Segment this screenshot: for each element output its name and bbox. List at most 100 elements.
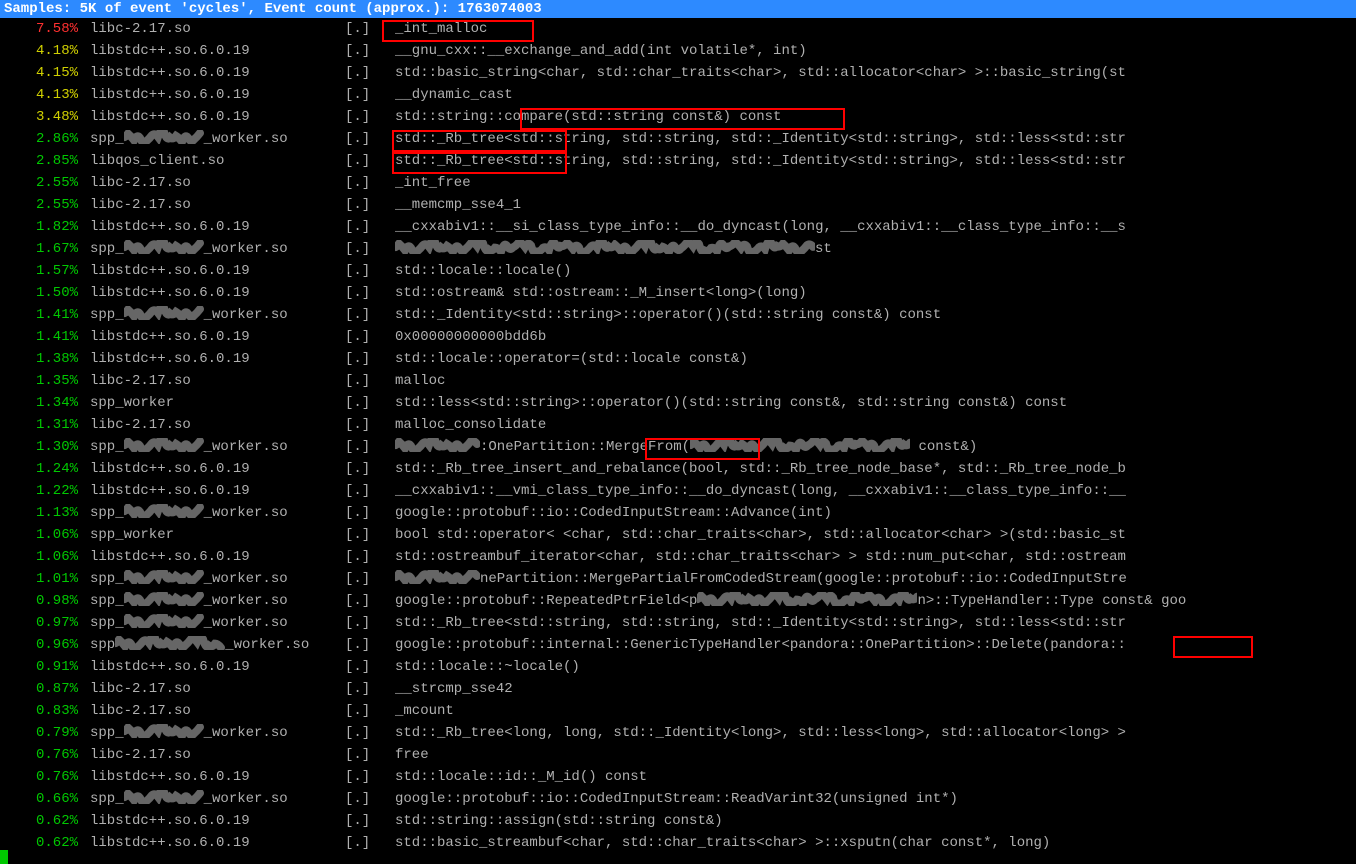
shared-object: spp__worker.so bbox=[90, 788, 345, 810]
shared-object: libc-2.17.so bbox=[90, 678, 345, 700]
perf-row[interactable]: 0.98%spp__worker.so[.] google::protobuf:… bbox=[0, 590, 1356, 612]
shared-object: spp_worker bbox=[90, 524, 345, 546]
symbol-name: __strcmp_sse42 bbox=[395, 678, 1356, 700]
overhead-pct: 4.13% bbox=[0, 84, 90, 106]
perf-row[interactable]: 1.38%libstdc++.so.6.0.19[.] std::locale:… bbox=[0, 348, 1356, 370]
overhead-pct: 1.30% bbox=[0, 436, 90, 458]
symbol-bracket: [.] bbox=[345, 260, 395, 282]
overhead-pct: 1.22% bbox=[0, 480, 90, 502]
perf-row[interactable]: 2.85%libqos_client.so[.] std::_Rb_tree<s… bbox=[0, 150, 1356, 172]
perf-row[interactable]: 0.91%libstdc++.so.6.0.19[.] std::locale:… bbox=[0, 656, 1356, 678]
perf-row[interactable]: 2.55%libc-2.17.so[.] __memcmp_sse4_1 bbox=[0, 194, 1356, 216]
symbol-bracket: [.] bbox=[345, 832, 395, 854]
perf-row[interactable]: 3.48%libstdc++.so.6.0.19[.] std::string:… bbox=[0, 106, 1356, 128]
symbol-name: free bbox=[395, 744, 1356, 766]
perf-row[interactable]: 1.82%libstdc++.so.6.0.19[.] __cxxabiv1::… bbox=[0, 216, 1356, 238]
perf-row[interactable]: 1.67%spp__worker.so[.] st bbox=[0, 238, 1356, 260]
overhead-pct: 1.67% bbox=[0, 238, 90, 260]
symbol-name: std::string::compare(std::string const&)… bbox=[395, 106, 1356, 128]
perf-row[interactable]: 1.06%libstdc++.so.6.0.19[.] std::ostream… bbox=[0, 546, 1356, 568]
symbol-name: std::_Rb_tree<long, long, std::_Identity… bbox=[395, 722, 1356, 744]
symbol-bracket: [.] bbox=[345, 238, 395, 260]
perf-row[interactable]: 4.18%libstdc++.so.6.0.19[.] __gnu_cxx::_… bbox=[0, 40, 1356, 62]
shared-object: libstdc++.so.6.0.19 bbox=[90, 282, 345, 304]
perf-row[interactable]: 7.58%libc-2.17.so[.] _int_malloc bbox=[0, 18, 1356, 40]
symbol-bracket: [.] bbox=[345, 458, 395, 480]
symbol-bracket: [.] bbox=[345, 62, 395, 84]
perf-row[interactable]: 0.62%libstdc++.so.6.0.19[.] std::basic_s… bbox=[0, 832, 1356, 854]
perf-row[interactable]: 2.55%libc-2.17.so[.] _int_free bbox=[0, 172, 1356, 194]
symbol-bracket: [.] bbox=[345, 326, 395, 348]
perf-rows[interactable]: 7.58%libc-2.17.so[.] _int_malloc4.18%lib… bbox=[0, 18, 1356, 854]
shared-object: spp__worker.so bbox=[90, 502, 345, 524]
perf-row[interactable]: 1.41%libstdc++.so.6.0.19[.] 0x0000000000… bbox=[0, 326, 1356, 348]
overhead-pct: 1.06% bbox=[0, 546, 90, 568]
overhead-pct: 1.01% bbox=[0, 568, 90, 590]
symbol-name: _mcount bbox=[395, 700, 1356, 722]
symbol-name: __gnu_cxx::__exchange_and_add(int volati… bbox=[395, 40, 1356, 62]
perf-row[interactable]: 0.76%libc-2.17.so[.] free bbox=[0, 744, 1356, 766]
overhead-pct: 1.13% bbox=[0, 502, 90, 524]
symbol-name: :OnePartition::MergeFrom( const&) bbox=[395, 436, 1356, 458]
perf-row[interactable]: 0.83%libc-2.17.so[.] _mcount bbox=[0, 700, 1356, 722]
perf-row[interactable]: 0.97%spp__worker.so[.] std::_Rb_tree<std… bbox=[0, 612, 1356, 634]
symbol-name: std::basic_string<char, std::char_traits… bbox=[395, 62, 1356, 84]
overhead-pct: 0.76% bbox=[0, 766, 90, 788]
overhead-pct: 2.55% bbox=[0, 172, 90, 194]
shared-object: libstdc++.so.6.0.19 bbox=[90, 832, 345, 854]
symbol-bracket: [.] bbox=[345, 634, 395, 656]
shared-object: libc-2.17.so bbox=[90, 414, 345, 436]
perf-row[interactable]: 0.66%spp__worker.so[.] google::protobuf:… bbox=[0, 788, 1356, 810]
shared-object: libc-2.17.so bbox=[90, 700, 345, 722]
shared-object: spp_worker bbox=[90, 392, 345, 414]
perf-row[interactable]: 4.15%libstdc++.so.6.0.19[.] std::basic_s… bbox=[0, 62, 1356, 84]
perf-row[interactable]: 2.86%spp__worker.so[.] std::_Rb_tree<std… bbox=[0, 128, 1356, 150]
perf-row[interactable]: 0.76%libstdc++.so.6.0.19[.] std::locale:… bbox=[0, 766, 1356, 788]
symbol-name: std::_Rb_tree<std::string, std::string, … bbox=[395, 128, 1356, 150]
overhead-pct: 3.48% bbox=[0, 106, 90, 128]
perf-row[interactable]: 1.30%spp__worker.so[.] :OnePartition::Me… bbox=[0, 436, 1356, 458]
perf-row[interactable]: 1.24%libstdc++.so.6.0.19[.] std::_Rb_tre… bbox=[0, 458, 1356, 480]
perf-row[interactable]: 1.13%spp__worker.so[.] google::protobuf:… bbox=[0, 502, 1356, 524]
overhead-pct: 1.38% bbox=[0, 348, 90, 370]
symbol-name: std::locale::operator=(std::locale const… bbox=[395, 348, 1356, 370]
perf-row[interactable]: 0.62%libstdc++.so.6.0.19[.] std::string:… bbox=[0, 810, 1356, 832]
overhead-pct: 4.15% bbox=[0, 62, 90, 84]
perf-row[interactable]: 0.79%spp__worker.so[.] std::_Rb_tree<lon… bbox=[0, 722, 1356, 744]
overhead-pct: 0.96% bbox=[0, 634, 90, 656]
overhead-pct: 1.41% bbox=[0, 304, 90, 326]
symbol-bracket: [.] bbox=[345, 678, 395, 700]
perf-row[interactable]: 1.41%spp__worker.so[.] std::_Identity<st… bbox=[0, 304, 1356, 326]
perf-row[interactable]: 1.01%spp__worker.so[.] nePartition::Merg… bbox=[0, 568, 1356, 590]
overhead-pct: 2.85% bbox=[0, 150, 90, 172]
perf-row[interactable]: 0.96%spp_worker.so[.] google::protobuf::… bbox=[0, 634, 1356, 656]
symbol-bracket: [.] bbox=[345, 744, 395, 766]
symbol-name: bool std::operator< <char, std::char_tra… bbox=[395, 524, 1356, 546]
perf-row[interactable]: 1.31%libc-2.17.so[.] malloc_consolidate bbox=[0, 414, 1356, 436]
perf-row[interactable]: 1.57%libstdc++.so.6.0.19[.] std::locale:… bbox=[0, 260, 1356, 282]
symbol-name: __cxxabiv1::__si_class_type_info::__do_d… bbox=[395, 216, 1356, 238]
shared-object: libc-2.17.so bbox=[90, 194, 345, 216]
perf-row[interactable]: 4.13%libstdc++.so.6.0.19[.] __dynamic_ca… bbox=[0, 84, 1356, 106]
perf-row[interactable]: 1.22%libstdc++.so.6.0.19[.] __cxxabiv1::… bbox=[0, 480, 1356, 502]
symbol-name: _int_malloc bbox=[395, 18, 1356, 40]
symbol-name: __cxxabiv1::__vmi_class_type_info::__do_… bbox=[395, 480, 1356, 502]
symbol-bracket: [.] bbox=[345, 546, 395, 568]
overhead-pct: 1.82% bbox=[0, 216, 90, 238]
perf-row[interactable]: 1.35%libc-2.17.so[.] malloc bbox=[0, 370, 1356, 392]
symbol-name: 0x00000000000bdd6b bbox=[395, 326, 1356, 348]
symbol-bracket: [.] bbox=[345, 700, 395, 722]
perf-row[interactable]: 1.06%spp_worker[.] bool std::operator< <… bbox=[0, 524, 1356, 546]
perf-row[interactable]: 1.34%spp_worker[.] std::less<std::string… bbox=[0, 392, 1356, 414]
shared-object: libstdc++.so.6.0.19 bbox=[90, 216, 345, 238]
symbol-bracket: [.] bbox=[345, 524, 395, 546]
perf-row[interactable]: 1.50%libstdc++.so.6.0.19[.] std::ostream… bbox=[0, 282, 1356, 304]
perf-row[interactable]: 0.87%libc-2.17.so[.] __strcmp_sse42 bbox=[0, 678, 1356, 700]
shared-object: libc-2.17.so bbox=[90, 172, 345, 194]
symbol-name: _int_free bbox=[395, 172, 1356, 194]
shared-object: spp__worker.so bbox=[90, 436, 345, 458]
symbol-bracket: [.] bbox=[345, 40, 395, 62]
shared-object: libstdc++.so.6.0.19 bbox=[90, 458, 345, 480]
overhead-pct: 0.62% bbox=[0, 832, 90, 854]
perf-header: Samples: 5K of event 'cycles', Event cou… bbox=[0, 0, 1356, 18]
